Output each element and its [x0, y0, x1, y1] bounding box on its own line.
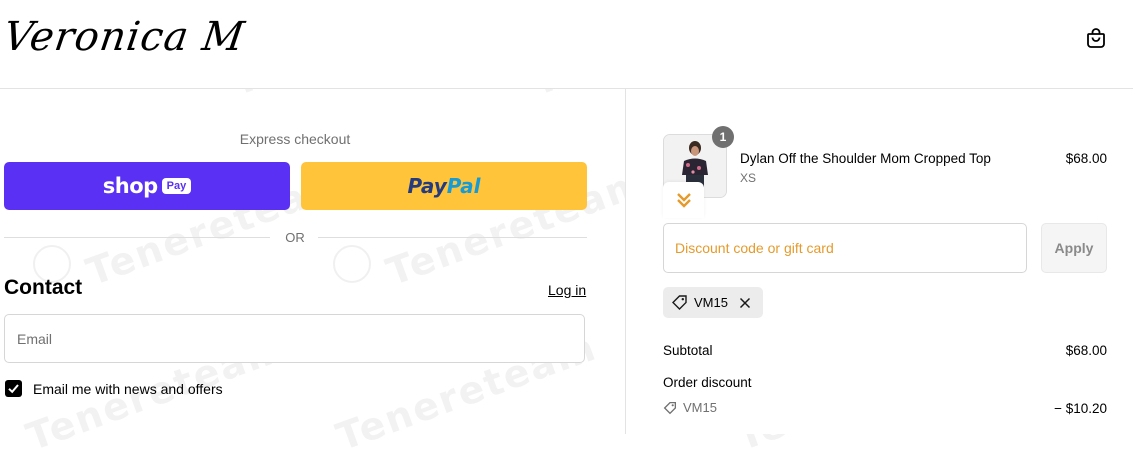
close-icon [739, 297, 750, 308]
tag-icon [663, 401, 677, 414]
product-variant: XS [740, 171, 757, 185]
paypal-wordmark-pal: Pal [446, 174, 481, 198]
product-name: Dylan Off the Shoulder Mom Cropped Top [740, 151, 991, 166]
discount-code-line: VM15 [663, 400, 717, 415]
remove-code-button[interactable] [738, 296, 752, 310]
subtotal-label: Subtotal [663, 343, 713, 358]
email-field[interactable] [4, 314, 585, 363]
shop-pay-button[interactable]: shop Pay [4, 162, 290, 210]
discount-value: − $10.20 [1054, 401, 1107, 416]
paypal-button[interactable]: Pay Pal [301, 162, 587, 210]
shopping-bag-icon [1087, 28, 1105, 48]
contact-heading: Contact [4, 276, 83, 299]
subtotal-value: $68.00 [1065, 343, 1107, 358]
apply-discount-button[interactable]: Apply [1041, 223, 1107, 273]
product-price: $68.00 [1065, 151, 1107, 166]
discount-code-input[interactable] [663, 223, 1027, 273]
or-divider-text: OR [285, 230, 305, 245]
express-checkout-label: Express checkout [239, 131, 351, 147]
checkmark-icon [8, 384, 19, 394]
login-link[interactable]: Log in [548, 282, 586, 298]
paypal-wordmark-pay: Pay [407, 174, 447, 198]
quantity-badge: 1 [712, 126, 734, 148]
cart-button[interactable] [1084, 26, 1108, 50]
or-divider-right [318, 237, 587, 238]
newsletter-label[interactable]: Email me with news and offers [33, 381, 223, 397]
checkout-main: Express checkout shop Pay Pay Pal OR Cont… [0, 89, 625, 434]
discount-code-text: VM15 [683, 400, 717, 415]
or-divider-left [4, 237, 270, 238]
tag-icon [672, 295, 687, 310]
store-logo[interactable]: Veronica M [1, 14, 248, 60]
applied-code-text: VM15 [694, 295, 728, 310]
order-discount-label: Order discount [663, 375, 752, 390]
site-header: Veronica M [0, 0, 1133, 89]
double-chevron-down-icon [676, 193, 691, 208]
applied-code-chip: VM15 [663, 287, 763, 318]
shop-pay-wordmark: shop [102, 174, 158, 198]
expand-summary-tab[interactable] [663, 182, 704, 218]
order-summary: 1 Dylan Off the Shoulder Mom Cropped Top… [626, 89, 1133, 434]
newsletter-checkbox[interactable] [5, 380, 22, 397]
shop-pay-pill: Pay [161, 178, 192, 194]
